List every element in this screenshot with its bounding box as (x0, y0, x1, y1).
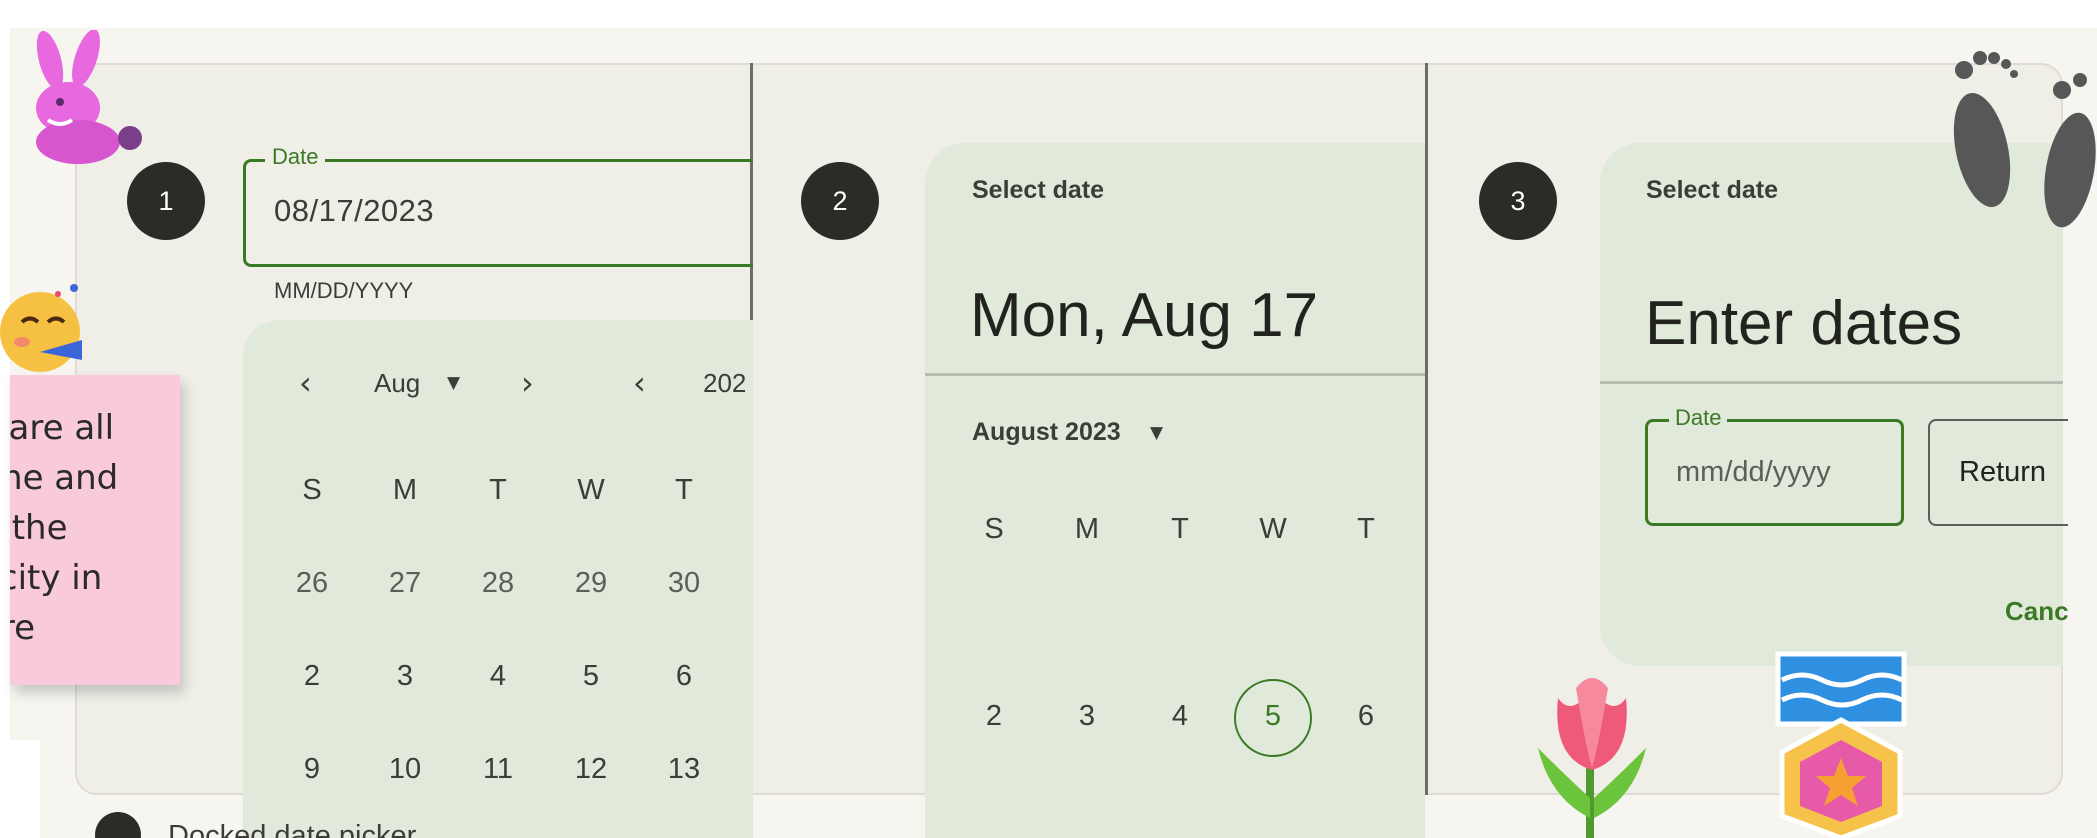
calendar-day[interactable]: 29 (551, 567, 631, 600)
weekday-header: S (984, 513, 1004, 545)
modal-date-picker (925, 143, 1425, 838)
cancel-button[interactable]: Canc (2005, 596, 2069, 627)
weekday-header: T (489, 474, 507, 506)
calendar-day[interactable]: 2 (272, 660, 352, 693)
calendar-day[interactable]: 30 (644, 567, 724, 600)
panel-divider (1425, 63, 1428, 795)
caret-down-icon[interactable]: ▼ (1150, 423, 1163, 443)
calendar-day[interactable]: 4 (458, 660, 538, 693)
calendar-day[interactable]: 6 (644, 660, 724, 693)
supporting-text: Select date (1646, 176, 1779, 204)
calendar-day[interactable]: 5 (551, 660, 631, 693)
medal-sticker (1775, 651, 1907, 838)
date-field-label: Date (265, 144, 326, 170)
step-badge-1: 1 (127, 162, 205, 240)
weekday-header: S (302, 474, 322, 506)
party-face-sticker (0, 284, 82, 372)
weekday-header: T (1357, 513, 1375, 545)
dialog-headline: Enter dates (1645, 289, 1963, 358)
step-badge-3: 3 (1479, 162, 1557, 240)
calendar-day[interactable]: 10 (365, 753, 445, 786)
date-field-placeholder[interactable]: mm/dd/yyyy (1676, 456, 1831, 489)
calendar-day[interactable]: 3 (365, 660, 445, 693)
calendar-day[interactable]: 28 (458, 567, 538, 600)
footprints-sticker (1953, 51, 2096, 228)
calendar-day[interactable]: 9 (272, 753, 352, 786)
calendar-day[interactable]: 26 (272, 567, 352, 600)
chevron-left-icon[interactable]: ‹ (633, 364, 646, 402)
calendar-day[interactable]: 12 (551, 753, 631, 786)
figure-caption: Docked date picker (168, 820, 417, 838)
caret-down-icon[interactable]: ▼ (447, 373, 460, 393)
chevron-left-icon[interactable]: ‹ (299, 364, 312, 402)
date-field-value[interactable]: 08/17/2023 (274, 193, 434, 229)
calendar-day[interactable]: 6 (1326, 700, 1406, 733)
selected-date-headline: Mon, Aug 17 (970, 281, 1319, 350)
header-divider (1600, 381, 2063, 384)
sticky-note[interactable]: s are all ime and e the licity in ere (10, 375, 180, 685)
tulip-sticker (1538, 678, 1646, 838)
bunny-sticker (36, 30, 142, 164)
step-badge-2: 2 (801, 162, 879, 240)
date-format-helper: MM/DD/YYYY (274, 278, 414, 303)
calendar-day[interactable]: 3 (1047, 700, 1127, 733)
sticky-note-text: s are all ime and e the licity in ere (10, 408, 119, 648)
year-selector[interactable]: 202 (703, 368, 746, 399)
weekday-header: W (577, 474, 605, 506)
calendar-day[interactable]: 2 (954, 700, 1034, 733)
date-field-label: Date (1669, 405, 1728, 431)
weekday-header: T (675, 474, 693, 506)
month-year-selector[interactable]: August 2023 (972, 418, 1121, 447)
calendar-day[interactable]: 27 (365, 567, 445, 600)
chevron-right-icon[interactable]: › (521, 364, 534, 402)
page-margin (0, 740, 40, 838)
month-selector[interactable]: Aug (374, 368, 420, 399)
supporting-text: Select date (972, 176, 1105, 204)
header-divider (925, 373, 1425, 376)
calendar-day[interactable]: 11 (458, 753, 538, 786)
weekday-header: W (1259, 513, 1287, 545)
weekday-header: M (392, 474, 418, 506)
calendar-day-today[interactable]: 5 (1233, 700, 1313, 733)
return-field-label: Return (1959, 456, 2047, 488)
calendar-day[interactable]: 13 (644, 753, 724, 786)
weekday-header: T (1171, 513, 1189, 545)
calendar-day[interactable]: 4 (1140, 700, 1220, 733)
weekday-header: M (1074, 513, 1100, 545)
